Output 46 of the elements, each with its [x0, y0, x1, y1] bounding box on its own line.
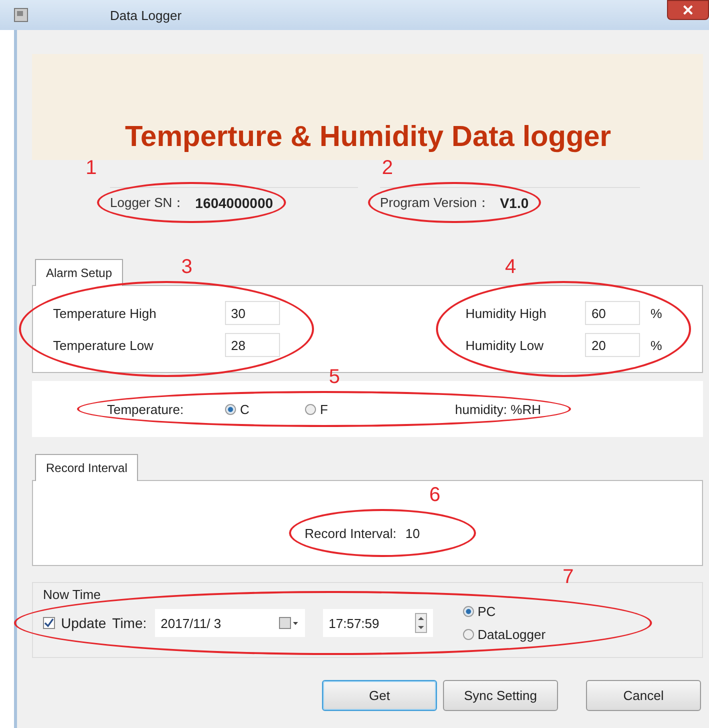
dialog-button[interactable]: Sync Setting: [443, 680, 558, 711]
radio-button[interactable]: F: [305, 402, 455, 416]
field-label: Humidity Low: [465, 338, 544, 352]
dialog-button[interactable]: Get: [322, 680, 437, 711]
date-picker[interactable]: 2017/11/ 3: [154, 609, 305, 637]
group-title: Now Time: [43, 587, 101, 602]
app-icon: [14, 8, 28, 22]
field-label: Record Interval:: [304, 526, 396, 540]
spinner-icon: [414, 613, 427, 633]
humidity-unit: humidity: %RH: [455, 402, 541, 416]
input-field[interactable]: 20: [585, 333, 640, 357]
time-label: Time:: [112, 615, 147, 631]
unit-label: %: [650, 338, 662, 352]
info-value: 1604000000: [195, 194, 274, 210]
dialog-button[interactable]: Cancel: [586, 680, 701, 711]
input-field[interactable]: 60: [585, 301, 640, 325]
info-label: Logger SN：: [110, 194, 186, 212]
radio-button[interactable]: C: [225, 402, 305, 416]
unit-label: %: [650, 306, 662, 320]
input-field[interactable]: 30: [225, 301, 280, 325]
field-label: Temperature Low: [53, 338, 154, 352]
annotation-number: 7: [562, 566, 574, 587]
annotation-number: 1: [86, 158, 97, 178]
tab[interactable]: Record Interval: [35, 454, 138, 481]
annotation-number: 3: [181, 257, 192, 277]
time-field[interactable]: 17:57:59: [322, 609, 433, 637]
field-label: Temperature High: [53, 306, 158, 320]
tab[interactable]: Alarm Setup: [35, 259, 124, 286]
field-label: Humidity High: [465, 306, 548, 320]
checkbox-label: Update: [61, 615, 106, 631]
radio-button[interactable]: PC: [462, 604, 546, 619]
annotation-number: 6: [429, 485, 440, 505]
window-title: Data Logger: [110, 8, 182, 22]
radio-button[interactable]: DataLogger: [462, 627, 546, 642]
annotation-number: 5: [328, 367, 340, 387]
annotation-number: 2: [382, 158, 394, 178]
checkbox[interactable]: [43, 617, 55, 629]
info-label: Program Version：: [380, 194, 490, 212]
calendar-icon: [278, 617, 299, 629]
close-button[interactable]: [667, 0, 709, 20]
annotation-number: 4: [504, 257, 516, 277]
input-field[interactable]: 28: [225, 333, 280, 357]
units-label: Temperature:: [107, 402, 185, 416]
close-icon: [683, 5, 693, 15]
info-value: V1.0: [500, 194, 529, 210]
banner-title: Temperture & Humidity Data logger: [125, 121, 612, 154]
